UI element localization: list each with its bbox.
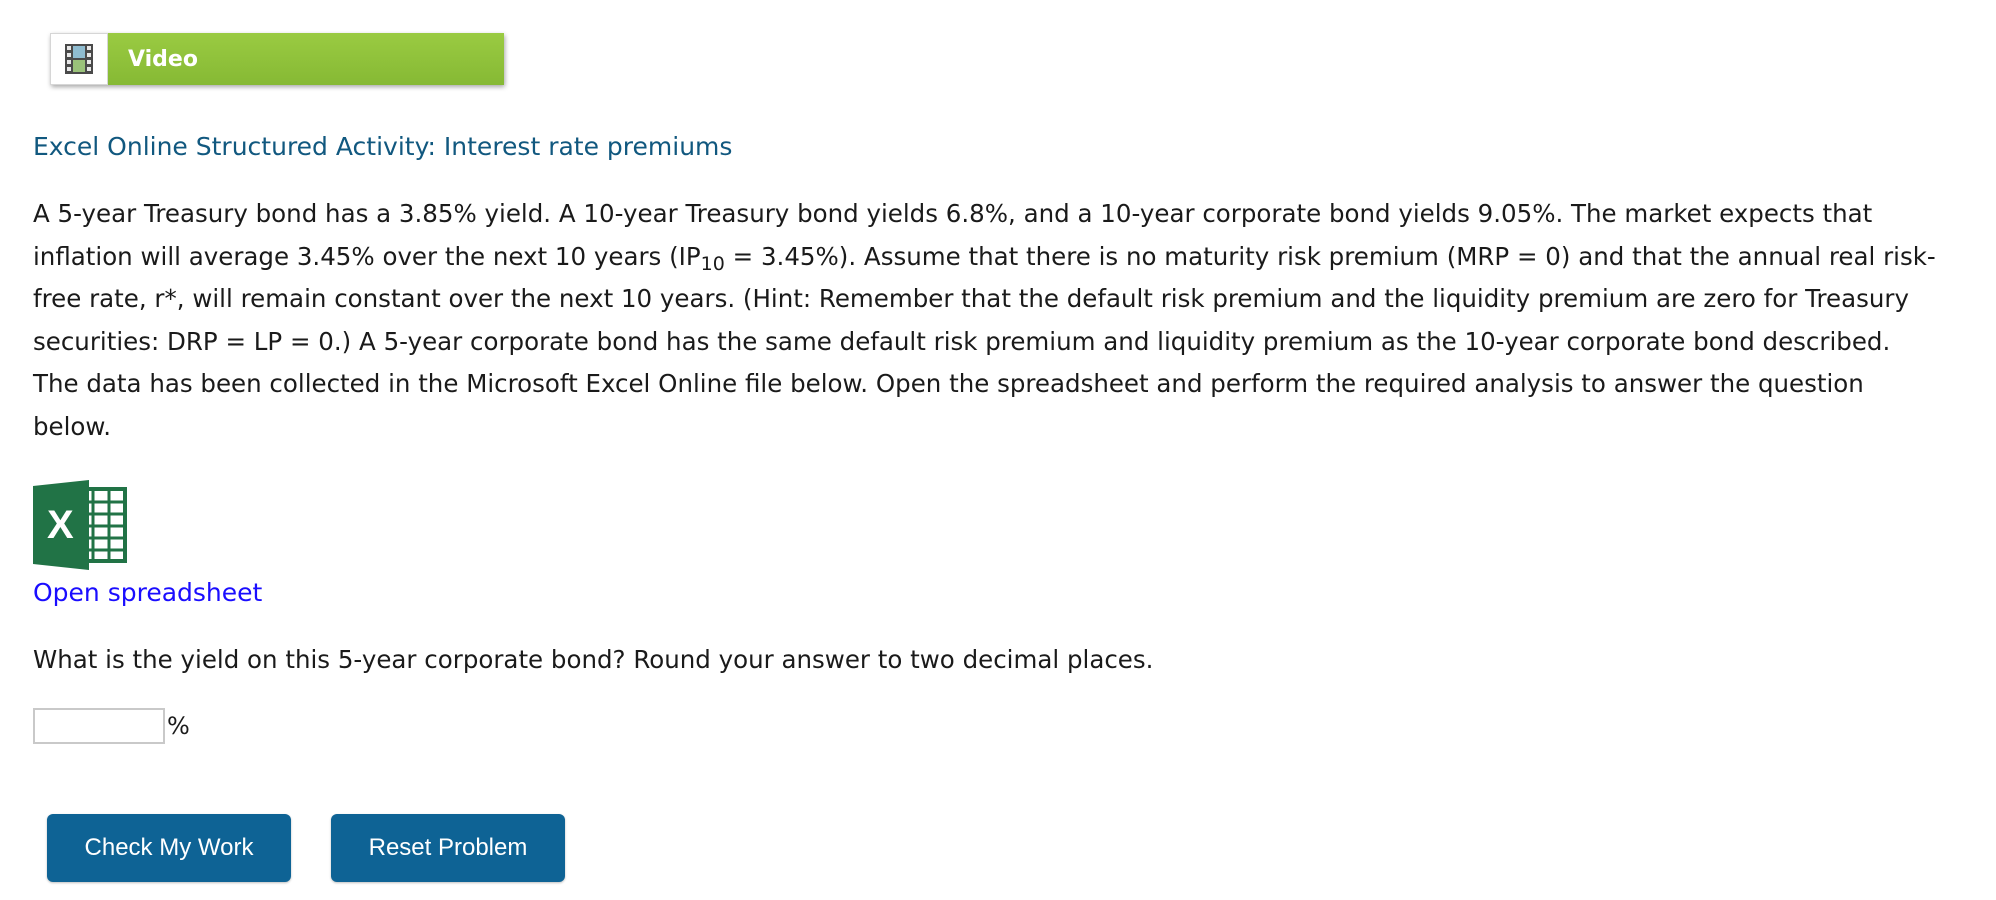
video-label: Video — [128, 46, 198, 72]
activity-title: Excel Online Structured Activity: Intere… — [33, 132, 733, 161]
video-button[interactable]: Video — [50, 33, 504, 85]
problem-subscript: 10 — [700, 252, 725, 275]
excel-icon[interactable]: X — [33, 480, 129, 570]
answer-input[interactable] — [33, 708, 165, 744]
excel-icon-letter: X — [47, 503, 74, 547]
problem-text: A 5-year Treasury bond has a 3.85% yield… — [33, 193, 1943, 448]
video-label-box: Video — [108, 33, 504, 85]
percent-unit: % — [167, 712, 190, 740]
reset-problem-button[interactable]: Reset Problem — [331, 814, 565, 882]
answer-row: % — [33, 708, 190, 744]
film-icon — [50, 33, 108, 85]
question-text: What is the yield on this 5-year corpora… — [33, 645, 1154, 674]
page: Video Excel Online Structured Activity: … — [0, 0, 1996, 900]
open-spreadsheet-link[interactable]: Open spreadsheet — [33, 578, 262, 607]
problem-text-part-2: = 3.45%). Assume that there is no maturi… — [33, 241, 1936, 441]
check-my-work-button[interactable]: Check My Work — [47, 814, 291, 882]
